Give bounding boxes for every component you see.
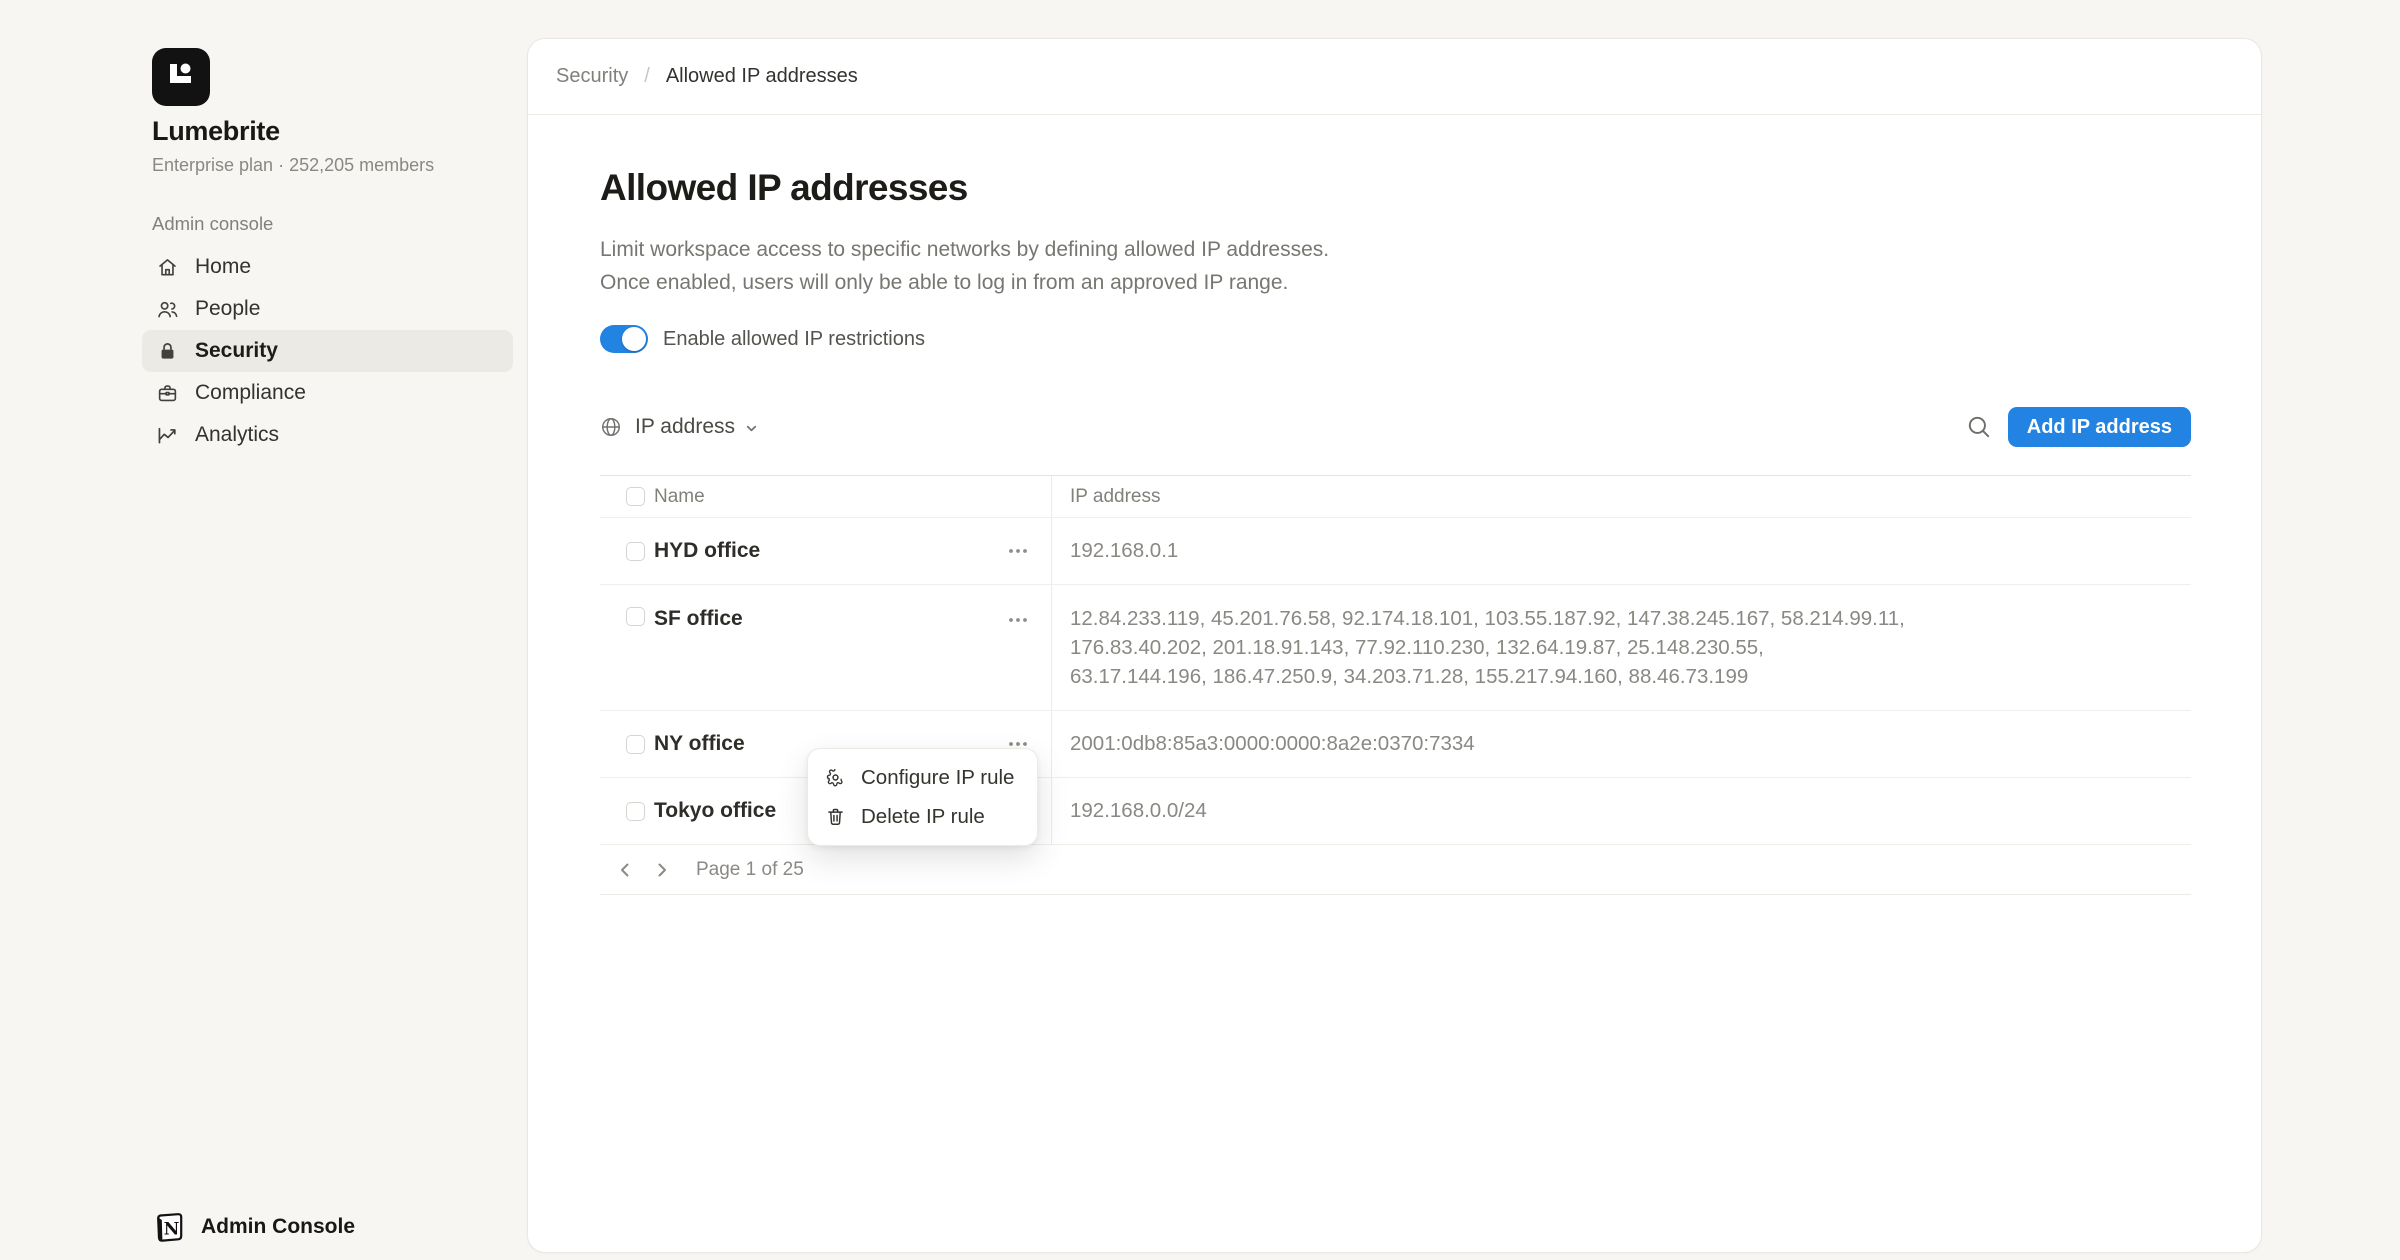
sidebar-item-label: People [195,297,260,321]
row-checkbox[interactable] [626,607,645,626]
name-cell: SF office [600,585,1051,710]
pagination: Page 1 of 25 [600,845,2191,895]
admin-console-footer[interactable]: N Admin Console [152,1210,355,1244]
menu-item-delete-ip-rule[interactable]: Delete IP rule [814,797,1031,836]
select-all-checkbox[interactable] [626,487,645,506]
main-panel: Security / Allowed IP addresses Allowed … [527,38,2262,1253]
breadcrumb-parent[interactable]: Security [556,65,628,88]
table-toolbar: IP address Add IP address [600,405,2191,449]
workspace-logo-icon[interactable] [152,48,210,106]
sidebar-item-label: Compliance [195,381,306,405]
table-row: SF office 12.84.233.119, 45.201.76.58, 9… [600,585,2191,711]
trash-icon [825,806,846,827]
menu-item-label: Delete IP rule [861,805,985,829]
workspace-plan-info: Enterprise plan · 252,205 members [152,155,434,176]
sidebar-item-people[interactable]: People [142,288,513,330]
chevron-left-icon[interactable] [614,859,636,881]
menu-item-label: Configure IP rule [861,766,1014,790]
sidebar-item-label: Home [195,255,251,279]
row-menu-icon[interactable] [1005,607,1031,633]
rule-name: SF office [654,607,743,631]
row-context-menu: Configure IP rule Delete IP rule [807,748,1038,846]
page-description: Limit workspace access to specific netwo… [600,233,2191,299]
svg-text:N: N [164,1220,180,1240]
sidebar-item-analytics[interactable]: Analytics [142,414,513,456]
sidebar-item-home[interactable]: Home [142,246,513,288]
ip-list-line: 63.17.144.196, 186.47.250.9, 34.203.71.2… [1070,662,1905,691]
breadcrumb-separator: / [644,65,650,88]
sidebar: Lumebrite Enterprise plan · 252,205 memb… [0,0,527,1260]
ip-list-line: 12.84.233.119, 45.201.76.58, 92.174.18.1… [1070,604,1905,633]
row-checkbox[interactable] [626,735,645,754]
table-row: HYD office 192.168.0.1 [600,518,2191,585]
ip-cell: 2001:0db8:85a3:0000:0000:8a2e:0370:7334 [1051,711,2191,777]
chart-icon [156,424,179,447]
sidebar-item-label: Security [195,339,278,363]
sidebar-nav: Home People Security [142,246,513,456]
people-icon [156,298,179,321]
name-column-header: Name [654,486,705,508]
ip-list-line: 176.83.40.202, 201.18.91.143, 77.92.110.… [1070,633,1905,662]
row-checkbox[interactable] [626,802,645,821]
admin-console-footer-label: Admin Console [201,1215,355,1239]
page-description-line2: Once enabled, users will only be able to… [600,266,2191,299]
add-ip-address-button[interactable]: Add IP address [2008,407,2191,447]
table-header-row: Name IP address [600,476,2191,518]
filter-label: IP address [635,415,735,439]
workspace-name: Lumebrite [152,116,280,147]
lock-icon [156,340,179,363]
page-indicator: Page 1 of 25 [696,859,804,881]
ip-cell: 12.84.233.119, 45.201.76.58, 92.174.18.1… [1051,585,2191,710]
row-menu-icon[interactable] [1005,538,1031,564]
page-title: Allowed IP addresses [600,167,2191,209]
sidebar-item-label: Analytics [195,423,279,447]
notion-logo-icon: N [152,1210,186,1244]
ip-cell: 192.168.0.1 [1051,518,2191,584]
toggle-knob [622,327,646,351]
toggle-label: Enable allowed IP restrictions [663,328,925,351]
page-content: Allowed IP addresses Limit workspace acc… [528,167,2261,895]
briefcase-icon [156,382,179,405]
ip-address-filter-dropdown[interactable]: IP address [600,415,759,439]
rule-name: NY office [654,732,745,756]
ip-cell: 192.168.0.0/24 [1051,778,2191,844]
rule-name: Tokyo office [654,799,776,823]
ip-header-cell: IP address [1051,476,2191,517]
rule-name: HYD office [654,539,760,563]
search-icon[interactable] [1966,414,1992,440]
name-cell: HYD office [600,518,1051,584]
row-checkbox[interactable] [626,542,645,561]
sidebar-item-compliance[interactable]: Compliance [142,372,513,414]
home-icon [156,256,179,279]
ip-restrictions-toggle[interactable] [600,325,648,353]
ip-column-header: IP address [1070,486,1160,508]
sidebar-section-label: Admin console [152,213,273,235]
ip-restrictions-toggle-row: Enable allowed IP restrictions [600,325,2191,353]
name-header-cell: Name [600,476,1051,517]
breadcrumb: Security / Allowed IP addresses [528,39,2261,115]
menu-item-configure-ip-rule[interactable]: Configure IP rule [814,758,1031,797]
sidebar-item-security[interactable]: Security [142,330,513,372]
chevron-right-icon[interactable] [651,859,673,881]
page-description-line1: Limit workspace access to specific netwo… [600,233,2191,266]
breadcrumb-current: Allowed IP addresses [666,65,858,88]
chevron-down-icon [744,421,759,436]
gear-icon [825,767,846,788]
globe-icon [600,416,622,438]
